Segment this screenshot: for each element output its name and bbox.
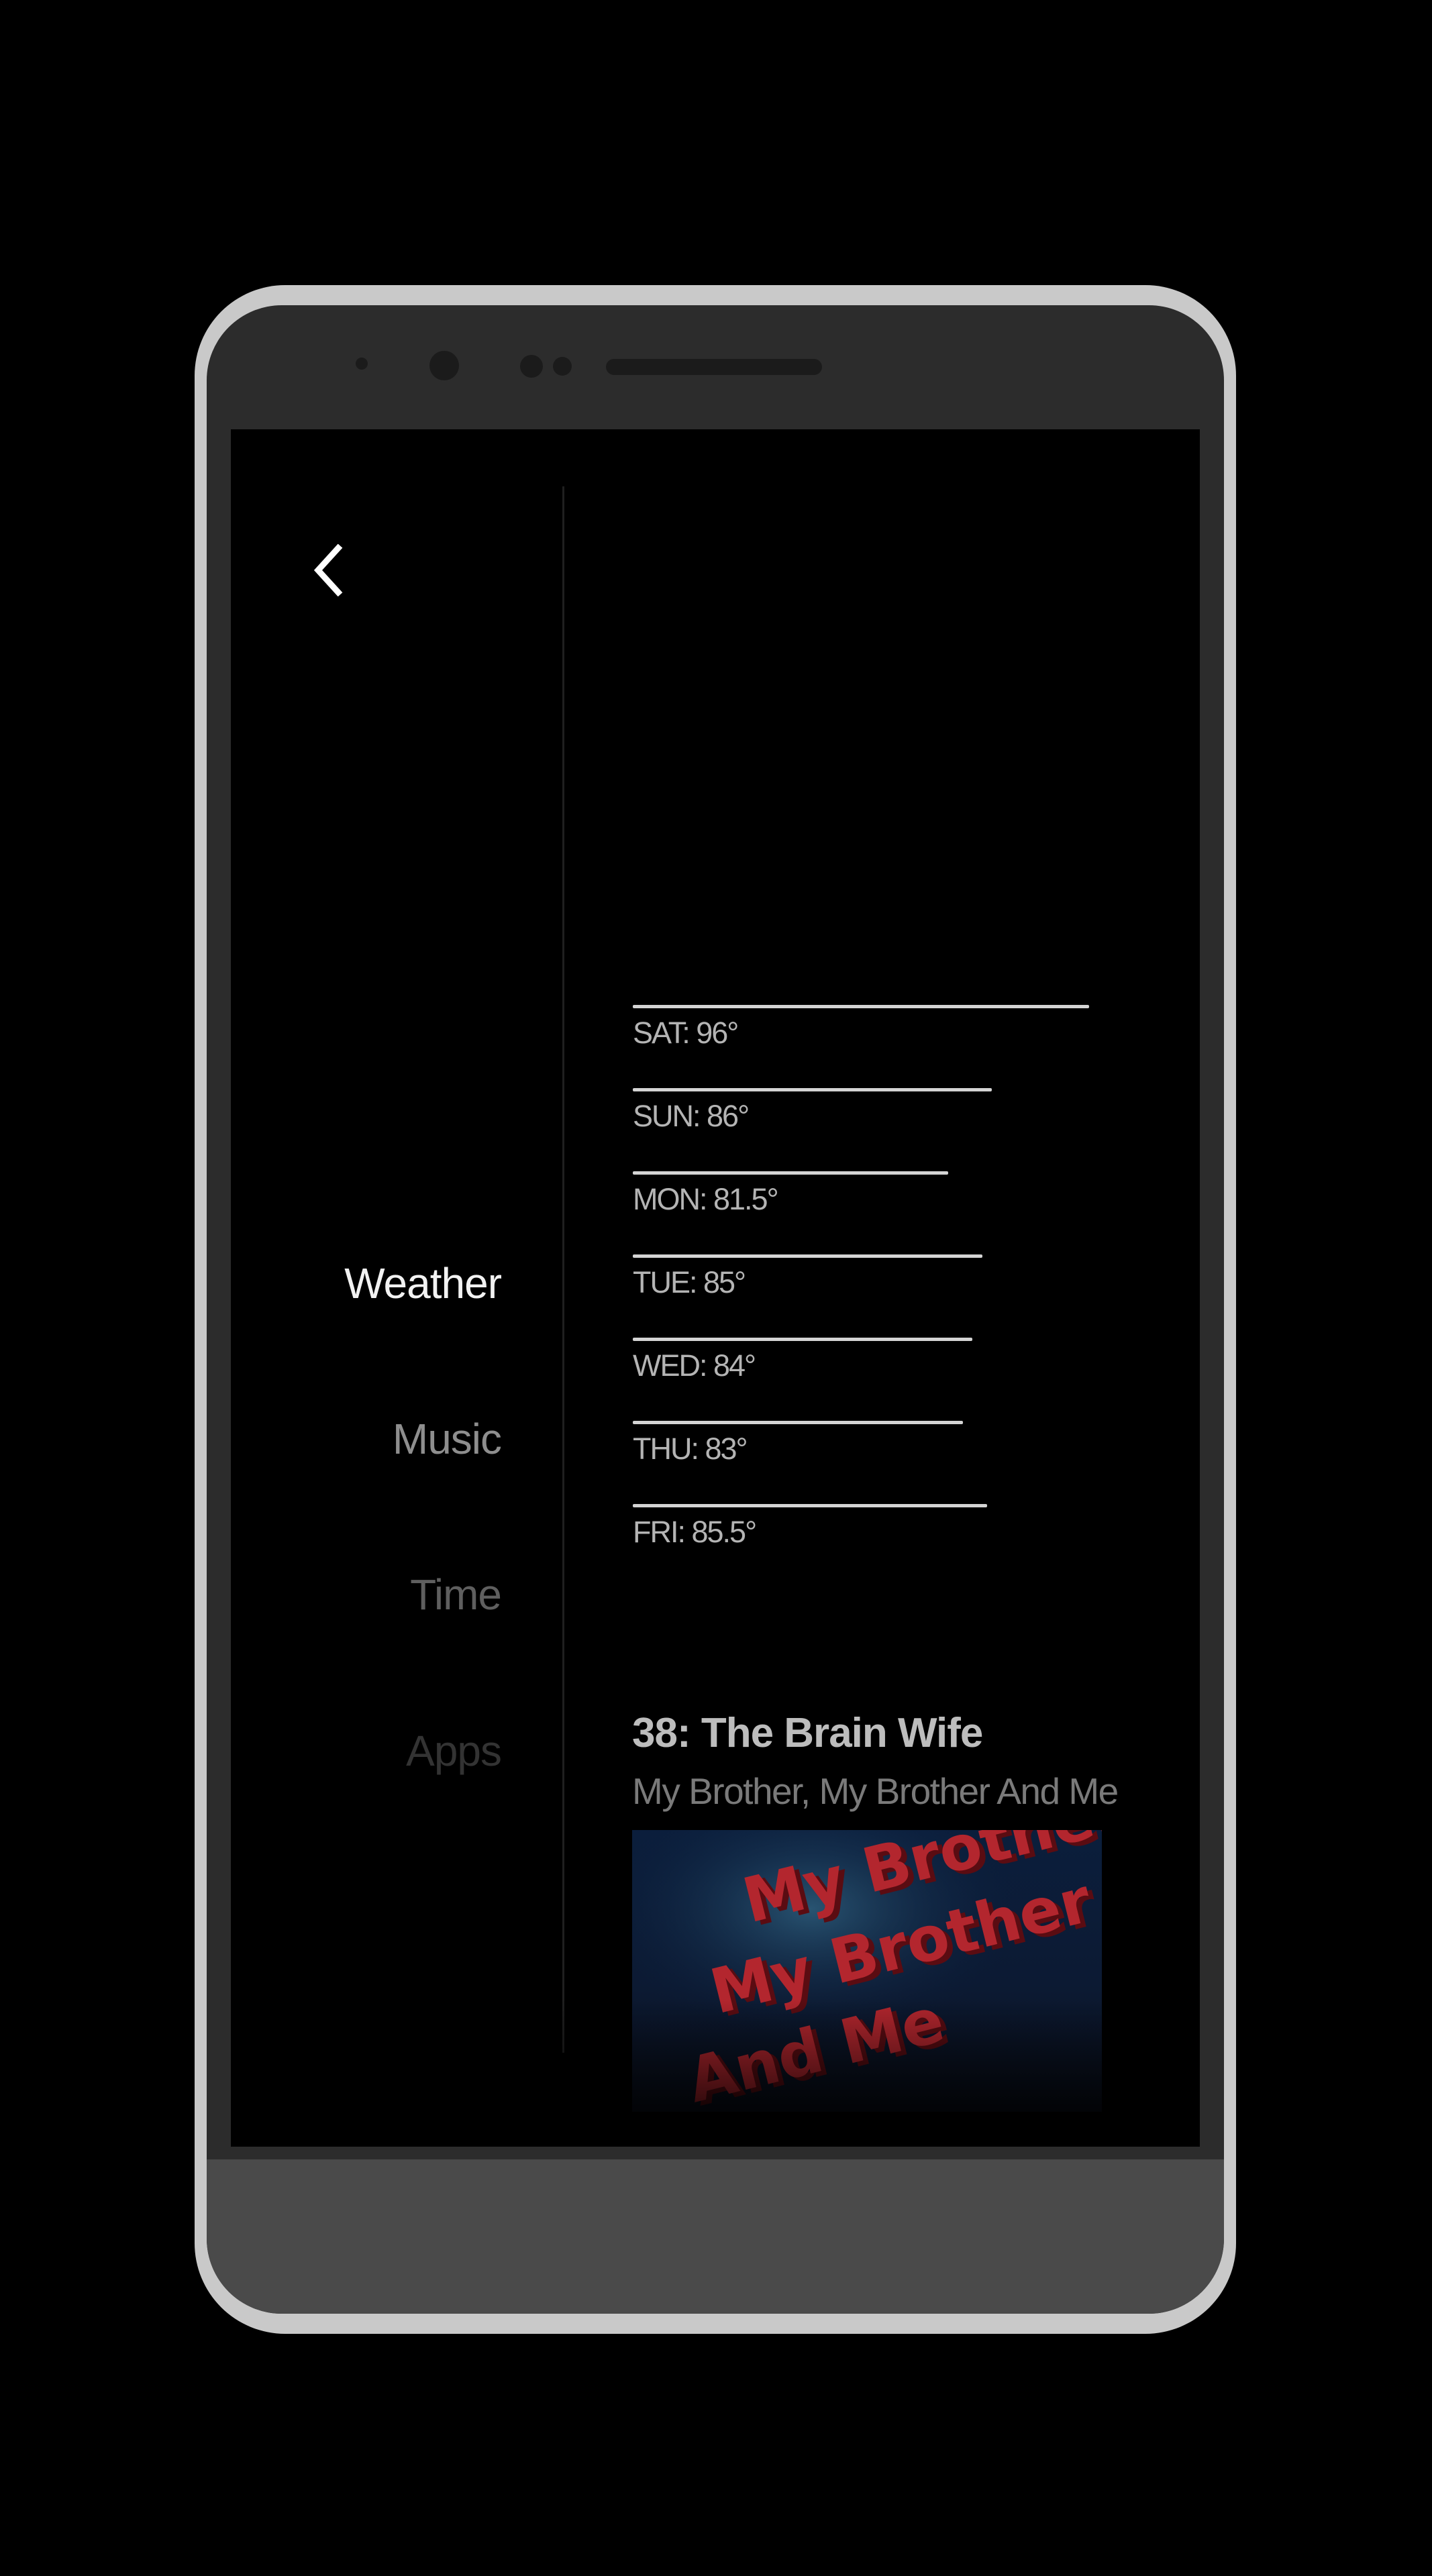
vertical-divider (562, 486, 564, 2053)
episode-title: 38: The Brain Wife (632, 1710, 983, 1756)
weather-row-fri: FRI: 85.5° (633, 1504, 1129, 1587)
artwork-graphic: My Brother, My Brother, My Brother My Br… (632, 1830, 1102, 2112)
nav-item-weather[interactable]: Weather (344, 1258, 502, 1308)
temperature-bar (633, 1254, 982, 1258)
weather-day-label: MON: 81.5° (633, 1182, 779, 1216)
temperature-bar (633, 1421, 963, 1424)
front-camera (429, 351, 459, 380)
weather-day-label: WED: 84° (633, 1348, 756, 1383)
weather-row-sat: SAT: 96° (633, 1005, 1129, 1088)
weather-row-thu: THU: 83° (633, 1421, 1129, 1504)
nav-item-apps[interactable]: Apps (406, 1726, 502, 1776)
chevron-left-icon (313, 544, 343, 596)
nav-item-music[interactable]: Music (393, 1414, 502, 1464)
weather-row-tue: TUE: 85° (633, 1254, 1129, 1338)
sensor-dot (553, 357, 572, 376)
sensor-dot (356, 358, 368, 370)
phone-chin (207, 2159, 1224, 2314)
weather-day-label: TUE: 85° (633, 1265, 746, 1299)
temperature-bar (633, 1171, 948, 1175)
weather-day-label: THU: 83° (633, 1432, 748, 1466)
temperature-bar (633, 1088, 992, 1091)
earpiece-speaker (606, 359, 822, 375)
weather-day-label: SUN: 86° (633, 1099, 750, 1133)
screen: Weather Music Time Apps SAT: 96° SUN: 86… (231, 429, 1200, 2147)
show-name: My Brother, My Brother And Me (632, 1770, 1119, 1812)
temperature-bar (633, 1504, 987, 1507)
back-button[interactable] (305, 540, 352, 600)
temperature-bar (633, 1338, 972, 1341)
page: Weather Music Time Apps SAT: 96° SUN: 86… (0, 0, 1432, 2576)
nav-item-time[interactable]: Time (410, 1570, 502, 1619)
sensor-dot (520, 355, 543, 378)
weather-day-label: SAT: 96° (633, 1016, 739, 1050)
weather-row-wed: WED: 84° (633, 1338, 1129, 1421)
temperature-bar (633, 1005, 1089, 1008)
weather-row-mon: MON: 81.5° (633, 1171, 1129, 1254)
album-artwork: My Brother, My Brother, My Brother My Br… (632, 1830, 1102, 2112)
weather-day-label: FRI: 85.5° (633, 1515, 757, 1549)
weather-row-sun: SUN: 86° (633, 1088, 1129, 1171)
